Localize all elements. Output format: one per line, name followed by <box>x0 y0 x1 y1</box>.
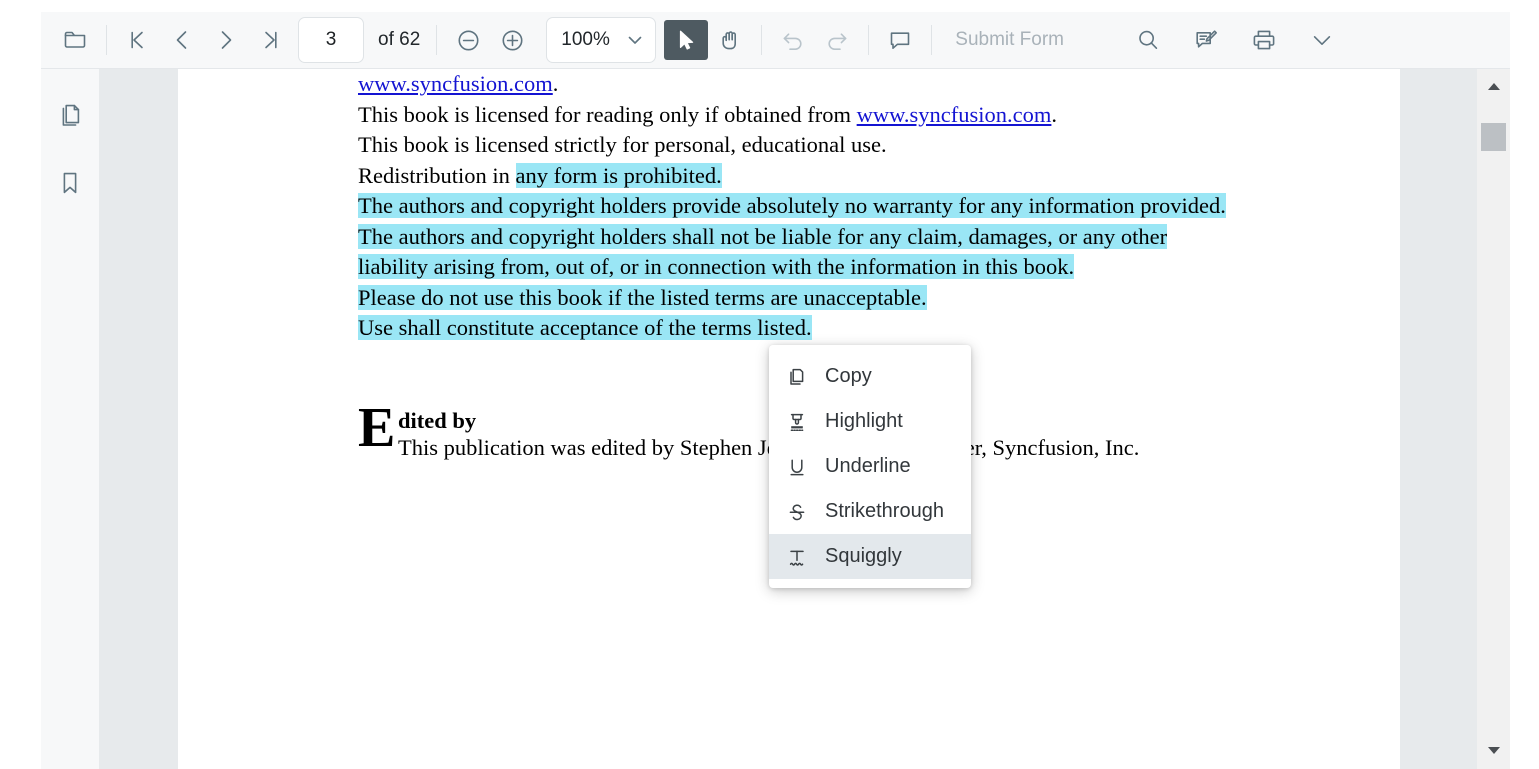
sidebar-item-bookmarks[interactable] <box>48 161 92 205</box>
pan-tool-button[interactable] <box>708 20 752 60</box>
strikethrough-icon <box>786 501 820 523</box>
doc-line: This book is licensed strictly for perso… <box>358 130 1368 161</box>
zoom-out-icon <box>458 30 479 50</box>
toolbar-separator <box>436 25 438 55</box>
sidebar-rail <box>41 69 99 769</box>
highlighter-icon <box>786 411 820 433</box>
selected-text: Use shall constitute acceptance of the t… <box>358 315 812 340</box>
page-number-input[interactable]: 3 <box>298 17 364 63</box>
context-menu-item-highlight[interactable]: Highlight <box>769 399 971 444</box>
annotation-edit-icon <box>1196 30 1218 48</box>
annotation-context-menu: Copy Highlight Underline Strikethrough S… <box>769 345 971 588</box>
page-number-value: 3 <box>325 29 337 50</box>
doc-text: This book is licensed for reading only i… <box>358 101 857 127</box>
syncfusion-link[interactable]: www.syncfusion.com <box>358 71 553 96</box>
zoom-level-value: 100% <box>561 29 610 50</box>
undo-icon <box>783 33 802 50</box>
hand-icon <box>722 31 737 50</box>
zoom-level-select[interactable]: 100% <box>546 17 657 63</box>
underline-icon <box>786 456 820 478</box>
search-button[interactable] <box>1126 20 1170 60</box>
text-selection-tool-button[interactable] <box>664 20 709 60</box>
context-menu-label: Underline <box>825 455 911 477</box>
triangle-up-icon <box>1487 82 1500 90</box>
edited-by-heading: dited by <box>398 407 477 433</box>
search-icon <box>1139 30 1158 49</box>
chevron-right-icon <box>221 31 232 49</box>
first-page-icon <box>131 31 143 49</box>
undo-button[interactable] <box>771 20 815 60</box>
context-menu-label: Copy <box>825 365 872 387</box>
scroll-down-arrow-button[interactable] <box>1477 737 1510 763</box>
copy-icon <box>786 366 820 388</box>
selected-text: The authors and copyright holders provid… <box>358 193 1226 218</box>
sidebar-item-page-thumbnails[interactable] <box>48 93 92 137</box>
last-page-icon <box>265 31 277 49</box>
pdf-viewer-app: 3 of 62 100% Submit Form www.syncfusion.… <box>0 0 1539 769</box>
syncfusion-link[interactable]: www.syncfusion.com <box>857 102 1052 127</box>
context-menu-item-underline[interactable]: Underline <box>769 444 971 489</box>
context-menu-item-strikethrough[interactable]: Strikethrough <box>769 489 971 534</box>
doc-line: This book is licensed for reading only i… <box>358 100 1368 131</box>
context-menu-item-squiggly[interactable]: Squiggly <box>769 534 971 579</box>
printer-icon <box>1253 30 1275 50</box>
doc-line: The authors and copyright holders provid… <box>358 191 1368 222</box>
annotation-button[interactable] <box>1184 20 1228 60</box>
context-menu-label: Highlight <box>825 410 903 432</box>
toolbar-separator <box>931 25 933 55</box>
doc-line: Redistribution in any form is prohibited… <box>358 161 1368 192</box>
squiggly-icon <box>786 546 820 568</box>
doc-text: . <box>1051 101 1058 127</box>
doc-text: Redistribution in <box>358 162 516 188</box>
redo-button[interactable] <box>815 20 859 60</box>
selected-text: any form is prohibited. <box>515 162 722 188</box>
selected-text: Please do not use this book if the liste… <box>358 284 927 310</box>
selected-text: The authors and copyright holders shall … <box>358 223 1168 249</box>
first-page-button[interactable] <box>116 20 160 60</box>
chevron-down-icon <box>1313 36 1331 45</box>
selected-text: liability arising from, out of, or in co… <box>358 254 1075 279</box>
open-file-button[interactable] <box>53 20 97 60</box>
zoom-in-button[interactable] <box>490 20 534 60</box>
toolbar-separator <box>868 25 870 55</box>
comment-button[interactable] <box>878 20 922 60</box>
scrollbar-thumb[interactable] <box>1481 123 1506 151</box>
next-page-button[interactable] <box>204 20 248 60</box>
toolbar-separator <box>761 25 763 55</box>
vertical-scrollbar[interactable] <box>1477 69 1510 769</box>
page-count-label: of 62 <box>378 29 421 50</box>
doc-text: This book is licensed strictly for perso… <box>358 132 887 157</box>
context-menu-item-copy[interactable]: Copy <box>769 354 971 399</box>
doc-line: www.syncfusion.com. <box>358 69 1368 100</box>
drop-cap: E <box>358 396 396 459</box>
doc-line: liability arising from, out of, or in co… <box>358 252 1368 283</box>
folder-icon <box>64 31 86 48</box>
previous-page-button[interactable] <box>160 20 204 60</box>
bookmark-icon <box>63 172 77 194</box>
triangle-down-icon <box>1487 746 1500 754</box>
doc-line: Use shall constitute acceptance of the t… <box>358 313 1368 344</box>
doc-line: Please do not use this book if the liste… <box>358 283 1368 314</box>
zoom-in-icon <box>502 30 523 50</box>
toolbar-separator <box>106 25 107 55</box>
scroll-up-arrow-button[interactable] <box>1477 73 1510 99</box>
chevron-down-icon <box>628 36 642 44</box>
toolbar: 3 of 62 100% Submit Form <box>41 12 1510 69</box>
doc-line: The authors and copyright holders shall … <box>358 222 1368 253</box>
doc-text: . <box>552 71 559 96</box>
context-menu-label: Squiggly <box>825 545 902 567</box>
zoom-out-button[interactable] <box>446 20 490 60</box>
chevron-left-icon <box>176 31 187 49</box>
cursor-arrow-icon <box>680 30 694 50</box>
last-page-button[interactable] <box>248 20 292 60</box>
more-options-button[interactable] <box>1300 20 1344 60</box>
context-menu-label: Strikethrough <box>825 500 944 522</box>
page-thumbnails-icon <box>62 104 80 126</box>
redo-icon <box>828 33 847 50</box>
comment-icon <box>890 32 910 49</box>
submit-form-button[interactable]: Submit Form <box>941 29 1078 51</box>
print-button[interactable] <box>1242 20 1286 60</box>
